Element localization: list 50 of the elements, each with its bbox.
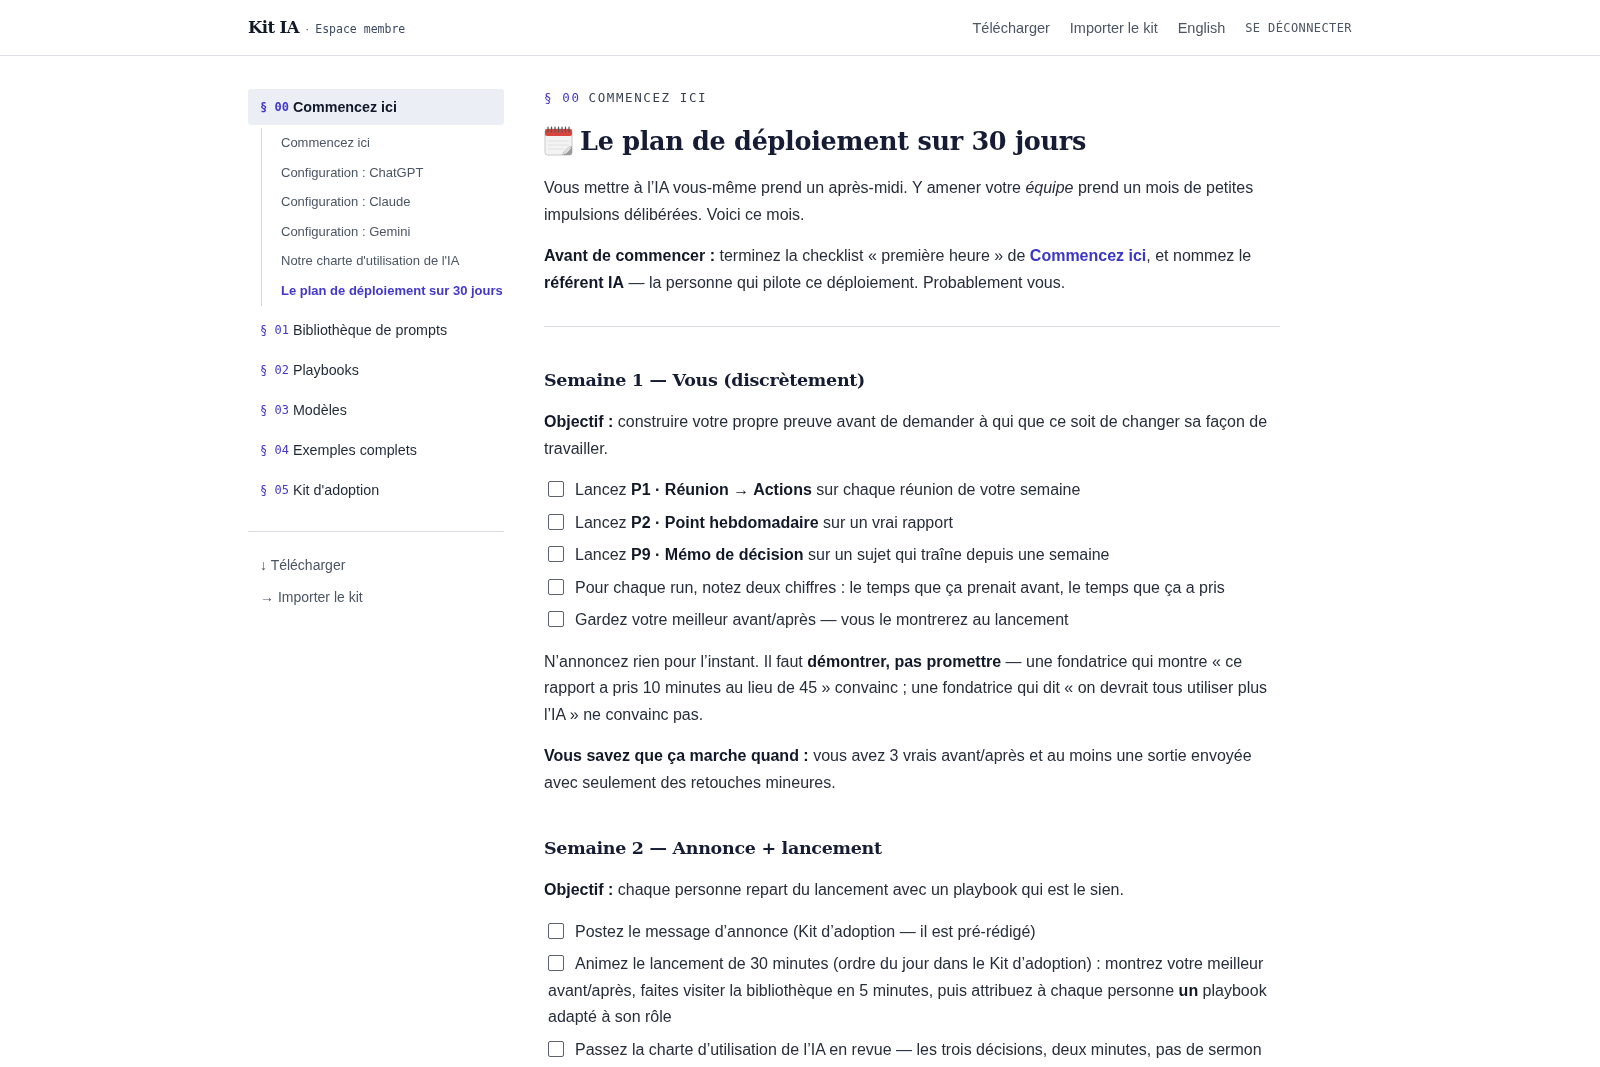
section-heading: Semaine 1 — Vous (discrètement) (544, 369, 867, 392)
nav-link[interactable]: Télécharger (972, 19, 1050, 36)
sidebar-link[interactable]: ↓ Télécharger (248, 548, 346, 581)
checkbox[interactable] (548, 578, 564, 595)
checkbox[interactable] (548, 1040, 564, 1057)
sidebar-item[interactable]: Notre charte d'utilisation de l'IA (262, 246, 460, 276)
checklist-item[interactable]: Lancez P1 · Réunion → Actions sur chaque réunion de votre semaine (544, 477, 1280, 504)
section-number: § 00 (544, 90, 581, 106)
sidebar-section[interactable]: § 01 Bibliothèque de prompts (248, 311, 504, 348)
checklist-item[interactable]: Lancez P2 · Point hebdomadaire sur un vrai rapport (544, 509, 1280, 536)
sidebar-section[interactable]: § 05 Kit d'adoption (248, 471, 504, 508)
sidebar-item[interactable]: Configuration : Claude (262, 187, 411, 217)
logo[interactable]: Kit IA (248, 18, 299, 37)
paragraph: Objectif : construire votre propre preuve avant de demander à qui que ce soit de changer sa façon de travailler. (544, 412, 1269, 459)
section-heading: Semaine 2 — Annonce + lancement (544, 837, 883, 860)
nav-link[interactable]: English (1177, 19, 1226, 36)
checkbox[interactable] (548, 513, 564, 530)
checkbox[interactable] (548, 955, 564, 971)
checklist-item[interactable]: Lancez P9 · Mémo de décision sur un sujet qui traîne depuis une semaine (544, 542, 1280, 569)
checklist-item[interactable]: Pour chaque run, notez deux chiffres : le temps que ça prenait avant, le temps que ça a pris (544, 574, 1280, 601)
checklist-item[interactable]: Animez le lancement de 30 minutes (ordre du jour dans le Kit d’adoption) : montrez votre meilleur avant/après, faites visiter la bibliothèque en 5 minutes, puis attribuez à chaque personne un playbook adapté à son rôle (544, 951, 1280, 1031)
paragraph: Objectif : chaque personne repart du lancement avec un playbook qui est le sien. (544, 880, 1125, 900)
sidebar-item[interactable]: Configuration : Gemini (262, 216, 411, 247)
inline-link[interactable]: Commencez ici (1029, 247, 1147, 264)
checkbox[interactable] (548, 922, 564, 939)
sidebar-link[interactable]: → Importer le kit (248, 580, 363, 613)
sidebar-section[interactable]: § 04 Exemples complets (248, 431, 504, 468)
sidebar-item[interactable]: Configuration : ChatGPT (262, 157, 424, 188)
paragraph: N’annoncez rien pour l’instant. Il faut démontrer, pas promettre — une fondatrice qui montre « ce rapport a pris 10 minutes au lieu de 45 » convainc ; une fondatrice qui dit « on devrait tous utiliser plus l’IA » ne convainc pas. (544, 651, 1269, 725)
logout-link[interactable]: SE DÉCONNECTER (1245, 20, 1352, 35)
nav-link[interactable]: Importer le kit (1069, 19, 1158, 36)
checkbox[interactable] (548, 546, 564, 562)
sidebar-section[interactable]: § 03 Modèles (248, 391, 504, 428)
sidebar-item[interactable]: Le plan de déploiement sur 30 jours (262, 275, 503, 306)
section-label: COMMENCEZ ICI (588, 90, 708, 106)
sidebar-item[interactable]: Commencez ici (262, 128, 370, 158)
checkbox[interactable] (548, 481, 564, 497)
paragraph: Avant de commencer : terminez la checklist « première heure » de Commencez ici, et nommez le référent IA — la personne qui pilote ce déploiement. Probablement vous. (544, 246, 1253, 293)
header-subtitle: Espace membre (315, 22, 406, 36)
sidebar-section[interactable]: § 00 Commencez ici (248, 89, 504, 125)
checklist-item[interactable]: Postez le message d’annonce (Kit d’adoption — il est pré-rédigé) (544, 918, 1280, 945)
checklist-item[interactable]: Gardez votre meilleur avant/après — vous le montrerez au lancement (544, 607, 1280, 634)
calendar-icon (544, 126, 573, 156)
checklist-item[interactable]: Passez la charte d’utilisation de l’IA en revue — les trois décisions, deux minutes, pas de sermon (544, 1036, 1280, 1063)
page-title: Le plan de déploiement sur 30 jours (580, 126, 1086, 156)
paragraph: Vous mettre à l’IA vous-même prend un après-midi. Y amener votre équipe prend un mois de petites impulsions délibérées. Voici ce mois. (544, 178, 1255, 225)
separator-dot: · (304, 21, 310, 36)
checkbox[interactable] (548, 611, 564, 627)
sidebar-section[interactable]: § 02 Playbooks (248, 351, 504, 388)
paragraph: Vous savez que ça marche quand : vous avez 3 vrais avant/après et au moins une sortie envoyée avec seulement des retouches mineures. (544, 746, 1253, 793)
